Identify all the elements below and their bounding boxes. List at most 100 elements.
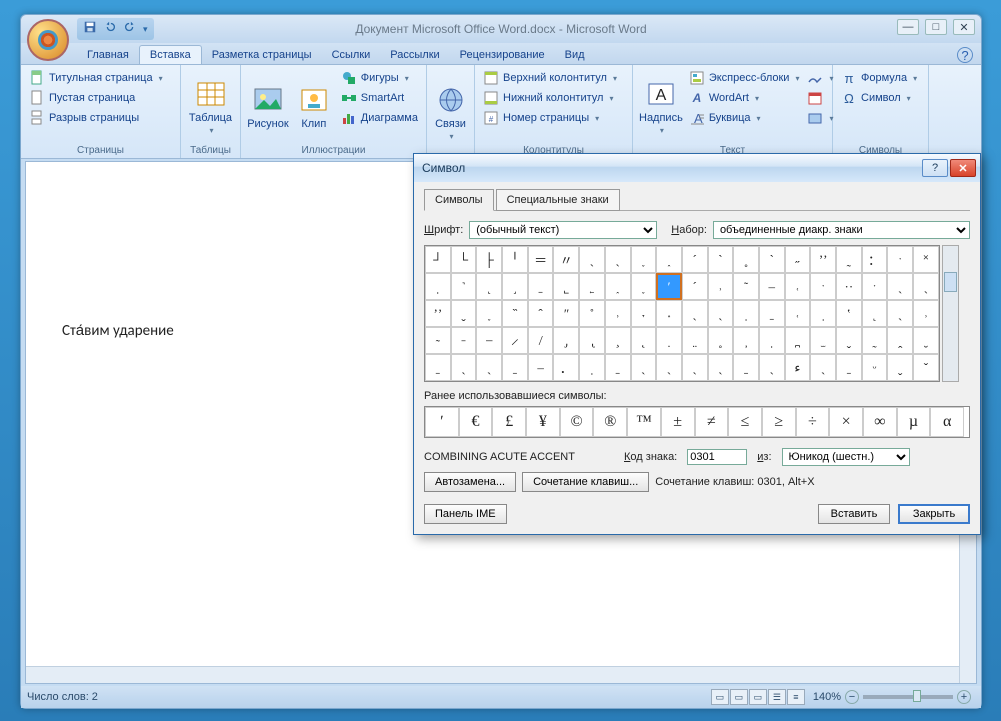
recent-symbol-cell[interactable]: ¥	[526, 407, 560, 437]
dialog-close-button[interactable]: ✕	[950, 159, 976, 177]
symbol-cell[interactable]: ʼʼ	[425, 300, 451, 327]
symbol-cell[interactable]: ˾	[553, 273, 579, 300]
save-icon[interactable]	[83, 20, 97, 39]
view-full-screen[interactable]: ▭	[730, 689, 748, 705]
symbol-cell[interactable]: ：	[862, 246, 888, 273]
symbol-cell[interactable]: ̸	[528, 327, 554, 354]
shapes-button[interactable]: Фигуры	[339, 69, 420, 87]
symbol-cell[interactable]: ˒	[913, 300, 939, 327]
symbol-cell[interactable]: ̥	[708, 327, 734, 354]
symbol-cell[interactable]: ˍ	[605, 354, 631, 381]
shortcut-key-button[interactable]: Сочетание клавиш...	[522, 472, 649, 492]
symbol-cell[interactable]: ˒	[605, 300, 631, 327]
help-icon[interactable]: ?	[957, 47, 973, 63]
symbol-cell[interactable]: ˎ	[656, 354, 682, 381]
symbol-cell[interactable]: ˏ	[759, 354, 785, 381]
tab-review[interactable]: Рецензирование	[450, 46, 555, 64]
clipart-button[interactable]: Клип	[293, 69, 335, 144]
symbol-cell[interactable]: ˍ	[502, 354, 528, 381]
symbol-cell[interactable]: ̭	[887, 327, 913, 354]
symbol-cell[interactable]: ˎ	[579, 246, 605, 273]
symbol-cell[interactable]: ˏ	[631, 354, 657, 381]
symbol-cell[interactable]: ˎ	[476, 354, 502, 381]
table-button[interactable]: Таблица	[187, 69, 234, 144]
symbol-cell[interactable]: ˒	[708, 273, 734, 300]
symbol-cell[interactable]: ˷	[836, 246, 862, 273]
symbol-cell[interactable]: ʼʼ	[810, 246, 836, 273]
symbol-cell[interactable]: ˻	[476, 273, 502, 300]
symbol-cell[interactable]: ˼	[502, 273, 528, 300]
symbol-cell[interactable]: ˰	[605, 273, 631, 300]
ime-panel-button[interactable]: Панель IME	[424, 504, 507, 524]
symbol-cell[interactable]: ̵	[451, 327, 477, 354]
symbol-cell[interactable]: ˜	[733, 273, 759, 300]
symbol-cell[interactable]: ̣	[656, 327, 682, 354]
symbol-cell[interactable]: ┘	[425, 246, 451, 273]
symbol-cell[interactable]: ˏ	[605, 246, 631, 273]
quickparts-button[interactable]: Экспресс-блоки	[687, 69, 802, 87]
wordart-button[interactable]: AWordArt	[687, 89, 802, 107]
symbol-cell[interactable]: ˯	[631, 246, 657, 273]
symbol-cell[interactable]: ＝	[528, 246, 554, 273]
recent-symbol-cell[interactable]: ʹ	[425, 407, 459, 437]
autocorrect-button[interactable]: Автозамена...	[424, 472, 516, 492]
symbol-cell[interactable]: ˏ	[682, 354, 708, 381]
symbol-cell[interactable]: ˋ	[759, 246, 785, 273]
recent-symbols-grid[interactable]: ʹ€£¥©®™±≠≤≥÷×∞µα	[424, 406, 970, 438]
from-select[interactable]: Юникод (шестн.)	[782, 448, 910, 466]
symbol-cell[interactable]: ˎ	[913, 273, 939, 300]
close-button[interactable]: ✕	[953, 19, 975, 35]
cover-page-button[interactable]: Титульная страница	[27, 69, 165, 87]
footer-button[interactable]: Нижний колонтитул	[481, 89, 619, 107]
recent-symbol-cell[interactable]: ×	[829, 407, 863, 437]
symbol-cell[interactable]: ˚	[579, 300, 605, 327]
symbol-cell[interactable]: ˎ	[708, 300, 734, 327]
zoom-out-button[interactable]: −	[845, 690, 859, 704]
textbox-button[interactable]: AНадпись	[639, 69, 683, 144]
symbol-cell[interactable]: ̨	[631, 327, 657, 354]
symbol-cell[interactable]: ‛	[836, 300, 862, 327]
view-outline[interactable]: ☰	[768, 689, 786, 705]
links-button[interactable]: Связи	[433, 69, 468, 155]
view-draft[interactable]: ≡	[787, 689, 805, 705]
symbol-cell[interactable]: ̏	[502, 300, 528, 327]
grid-scrollbar[interactable]	[942, 245, 959, 382]
symbol-cell[interactable]: ˕	[631, 300, 657, 327]
tab-home[interactable]: Главная	[77, 46, 139, 64]
symbol-cell[interactable]: ̰	[862, 327, 888, 354]
symbol-cell[interactable]: ˺	[451, 273, 477, 300]
zoom-slider[interactable]	[863, 695, 953, 699]
symbol-cell[interactable]: ˎ	[708, 354, 734, 381]
symbol-cell[interactable]: ╵	[502, 246, 528, 273]
recent-symbol-cell[interactable]: €	[459, 407, 493, 437]
chart-button[interactable]: Диаграмма	[339, 109, 420, 127]
symbol-cell[interactable]: ʺ	[553, 300, 579, 327]
recent-symbol-cell[interactable]: ≠	[695, 407, 729, 437]
horizontal-scrollbar[interactable]	[26, 666, 959, 683]
zoom-level[interactable]: 140%	[813, 691, 841, 703]
symbol-cell[interactable]: ˑ	[810, 273, 836, 300]
symbol-cell[interactable]: ᵕ	[862, 354, 888, 381]
symbol-cell[interactable]: ˌ	[733, 300, 759, 327]
symbol-cell[interactable]: ˑ	[862, 273, 888, 300]
symbol-cell[interactable]: ˓	[785, 273, 811, 300]
recent-symbol-cell[interactable]: ±	[661, 407, 695, 437]
close-dialog-button[interactable]: Закрыть	[898, 504, 970, 524]
symbol-cell[interactable]: ˊ	[682, 273, 708, 300]
symbol-cell[interactable]: ˑ	[887, 246, 913, 273]
blank-page-button[interactable]: Пустая страница	[27, 89, 165, 107]
symbol-cell[interactable]: ˔	[656, 300, 682, 327]
dropcap-button[interactable]: AБуквица	[687, 109, 802, 127]
symbol-cell[interactable]: ˍ	[733, 354, 759, 381]
smartart-button[interactable]: SmartArt	[339, 89, 420, 107]
symbol-cell[interactable]: ˏ	[810, 354, 836, 381]
font-select[interactable]: (обычный текст)	[469, 221, 657, 239]
symbol-cell[interactable]: ̬	[836, 327, 862, 354]
qat-customize-icon[interactable]: ▾	[143, 24, 148, 35]
symbol-cell[interactable]: ̧	[605, 327, 631, 354]
tab-insert[interactable]: Вставка	[139, 45, 202, 64]
symbol-cell[interactable]: ˳	[733, 246, 759, 273]
recent-symbol-cell[interactable]: ®	[593, 407, 627, 437]
symbol-button[interactable]: ΩСимвол	[839, 89, 919, 107]
symbol-cell[interactable]: ˍ	[759, 300, 785, 327]
